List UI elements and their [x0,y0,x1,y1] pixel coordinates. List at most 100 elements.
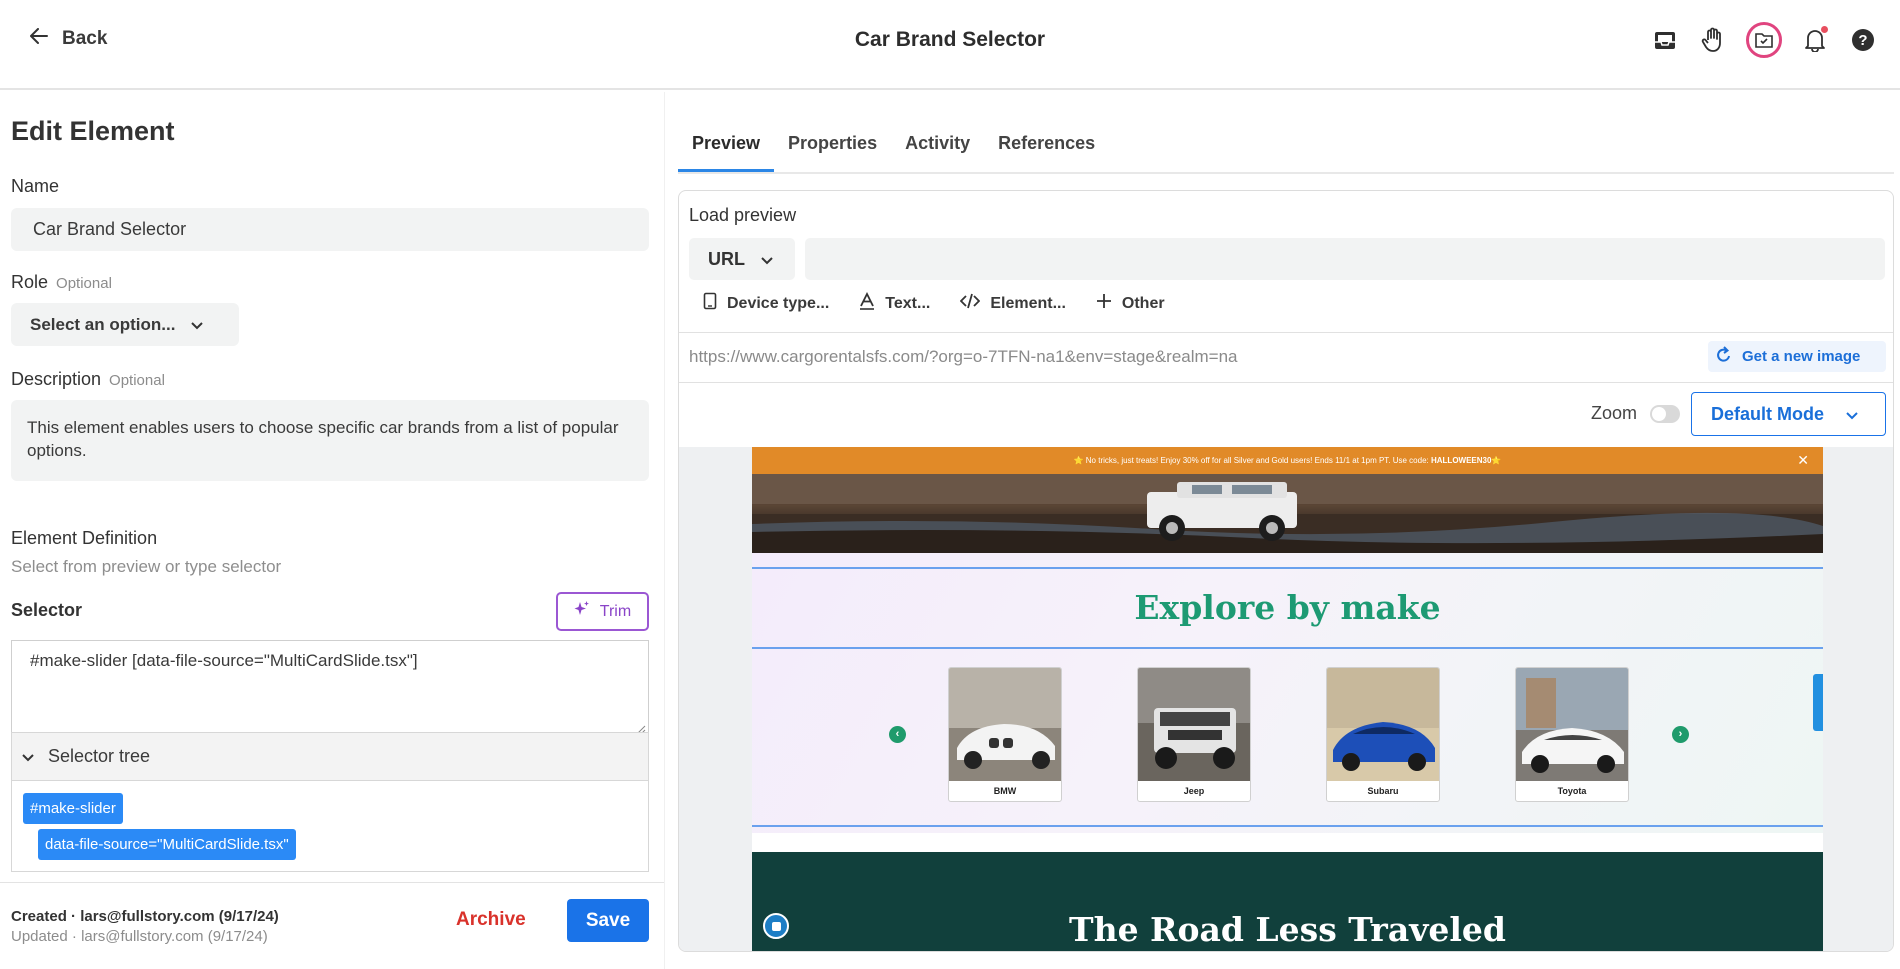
device-icon [703,292,717,315]
created-line: Created · lars@fullstory.com (9/17/24) [11,908,279,925]
role-optional-tag: Optional [56,275,112,292]
brand-name: BMW [993,786,1017,796]
back-button[interactable]: Back [30,28,107,50]
trim-label: Trim [599,602,632,620]
tab-activity[interactable]: Activity [891,120,984,172]
tab-preview[interactable]: Preview [678,120,775,172]
edit-element-panel: Edit Element Name Car Brand Selector Rol… [0,92,664,969]
selector-label: Selector [11,600,83,620]
description-field[interactable]: This element enables users to choose spe… [11,400,649,481]
element-definition-label: Element Definition [11,528,158,548]
brand-name: Jeep [1183,786,1205,796]
description-label: Description Optional [11,369,165,389]
other-label: Other [1121,294,1165,312]
sparkle-icon [574,600,590,623]
brand-card[interactable]: Jeep [1137,667,1251,802]
feedback-tab[interactable] [1813,674,1823,731]
preview-card: Load preview URL Device type... Text... … [678,190,1894,952]
help-icon[interactable]: ? [1848,25,1878,55]
brand-card[interactable]: Subaru [1326,667,1440,802]
url-type-select[interactable]: URL [689,238,795,280]
resize-grip-icon[interactable] [636,720,646,735]
selector-value: #make-slider [data-file-source="MultiCar… [30,651,418,670]
car-image [1516,668,1628,781]
selector-chip-attribute[interactable]: data-file-source="MultiCardSlide.tsx" [38,829,296,860]
zoom-label: Zoom [1591,403,1638,423]
selector-tree: #make-slider data-file-source="MultiCard… [11,781,649,871]
plus-icon [1096,293,1112,314]
selector-tree-label: Selector tree [48,746,151,766]
top-bar: Back Car Brand Selector ? [0,0,1900,90]
divider [679,382,1893,383]
car-image [1138,668,1250,781]
device-type-option[interactable]: Device type... [703,292,829,315]
road-section: The Road Less Traveled [752,852,1823,951]
folder-check-icon[interactable] [1746,22,1782,58]
tab-bar: Preview Properties Activity References [678,120,1894,174]
brand-name: Subaru [1367,786,1399,796]
role-label: Role Optional [11,272,112,292]
text-icon [859,291,875,315]
arrow-left-icon [30,28,48,50]
preview-options: Device type... Text... Element... Other [703,291,1165,315]
selector-textarea[interactable]: #make-slider [data-file-source="MultiCar… [11,640,649,735]
description-optional-tag: Optional [109,372,165,389]
text-option[interactable]: Text... [859,291,931,315]
tab-properties[interactable]: Properties [774,120,891,172]
road-title: The Road Less Traveled [1069,910,1506,949]
promo-code: HALLOWEEN30⭐ [1430,456,1502,465]
inbox-icon[interactable] [1650,25,1680,55]
svg-text:?: ? [1858,32,1867,49]
get-new-image-button[interactable]: Get a new image [1708,341,1886,372]
trim-button[interactable]: Trim [556,592,649,631]
close-icon[interactable]: ✕ [1797,447,1809,474]
role-select[interactable]: Select an option... [11,303,239,346]
brand-card[interactable]: BMW [948,667,1062,802]
mode-select[interactable]: Default Mode [1691,392,1886,436]
url-type-value: URL [708,248,745,269]
get-new-image-label: Get a new image [1742,348,1861,365]
tab-references[interactable]: References [984,120,1109,172]
promo-banner: ⭐ No tricks, just treats! Enjoy 30% off … [752,447,1823,474]
element-label: Element... [990,294,1066,312]
element-metadata: Created · lars@fullstory.com (9/17/24) U… [11,907,279,947]
car-image [949,668,1061,781]
load-preview-label: Load preview [689,205,797,225]
edit-footer: Created · lars@fullstory.com (9/17/24) U… [0,882,664,969]
selector-tree-toggle[interactable]: Selector tree [11,732,649,781]
chat-icon[interactable] [763,913,789,939]
bell-icon[interactable] [1800,25,1830,55]
element-definition-hint: Select from preview or type selector [11,557,282,576]
preview-url: https://www.cargorentalsfs.com/?org=o-7T… [689,347,1238,366]
hand-icon[interactable] [1698,25,1728,55]
notification-dot [1821,26,1828,33]
save-button[interactable]: Save [567,899,649,942]
device-type-label: Device type... [727,294,830,312]
refresh-icon [1716,345,1732,368]
code-icon [960,293,981,314]
brand-card[interactable]: Toyota [1515,667,1629,802]
edit-heading: Edit Element [11,116,175,146]
explore-title: Explore by make [1134,588,1441,627]
chevron-down-icon [191,315,204,335]
url-input[interactable] [805,238,1885,280]
name-label: Name [11,176,60,196]
updated-line: Updated · lars@fullstory.com (9/17/24) [11,928,268,945]
header-actions: ? [1650,22,1878,58]
site-screenshot[interactable]: ⭐ No tricks, just treats! Enjoy 30% off … [752,447,1823,951]
carousel-prev-button[interactable]: ‹ [889,726,906,743]
selector-chip-id[interactable]: #make-slider [23,793,123,824]
other-option[interactable]: Other [1096,292,1165,315]
text-label: Text... [885,294,931,312]
element-option[interactable]: Element... [960,292,1066,315]
back-label: Back [62,28,108,49]
car-image [1327,668,1439,781]
archive-button[interactable]: Archive [456,909,526,931]
preview-viewport: ⭐ No tricks, just treats! Enjoy 30% off … [679,447,1893,951]
toggle-knob [1652,407,1666,421]
carousel-next-button[interactable]: › [1672,726,1689,743]
selected-element-inner [752,647,1823,827]
page-title: Car Brand Selector [854,28,1046,51]
name-field[interactable]: Car Brand Selector [11,208,649,251]
zoom-toggle[interactable] [1650,405,1680,423]
